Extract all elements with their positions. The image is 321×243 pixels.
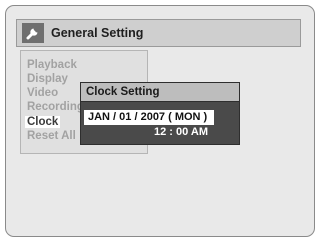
time-value[interactable]: 12 : 00 AM xyxy=(154,126,208,138)
wrench-icon xyxy=(22,23,44,43)
menu-item-reset-all[interactable]: Reset All xyxy=(27,130,76,142)
menu-item-recording[interactable]: Recording xyxy=(27,101,84,113)
clock-setting-dialog: Clock Setting JAN / 01 / 2007 ( MON ) 12… xyxy=(80,82,240,145)
date-value: JAN / 01 / 2007 ( MON ) xyxy=(88,111,208,123)
menu-item-clock[interactable]: Clock xyxy=(25,116,61,128)
menu-item-playback[interactable]: Playback xyxy=(27,59,77,71)
dialog-title: Clock Setting xyxy=(86,86,160,98)
page-title: General Setting xyxy=(51,26,144,40)
dialog-header: Clock Setting xyxy=(81,83,239,102)
menu-item-video[interactable]: Video xyxy=(27,87,58,99)
date-field[interactable]: JAN / 01 / 2007 ( MON ) xyxy=(84,110,214,125)
osd-screen: General Setting Playback Display Video R… xyxy=(5,5,315,237)
title-bar: General Setting xyxy=(16,19,301,47)
menu-item-display[interactable]: Display xyxy=(27,73,68,85)
